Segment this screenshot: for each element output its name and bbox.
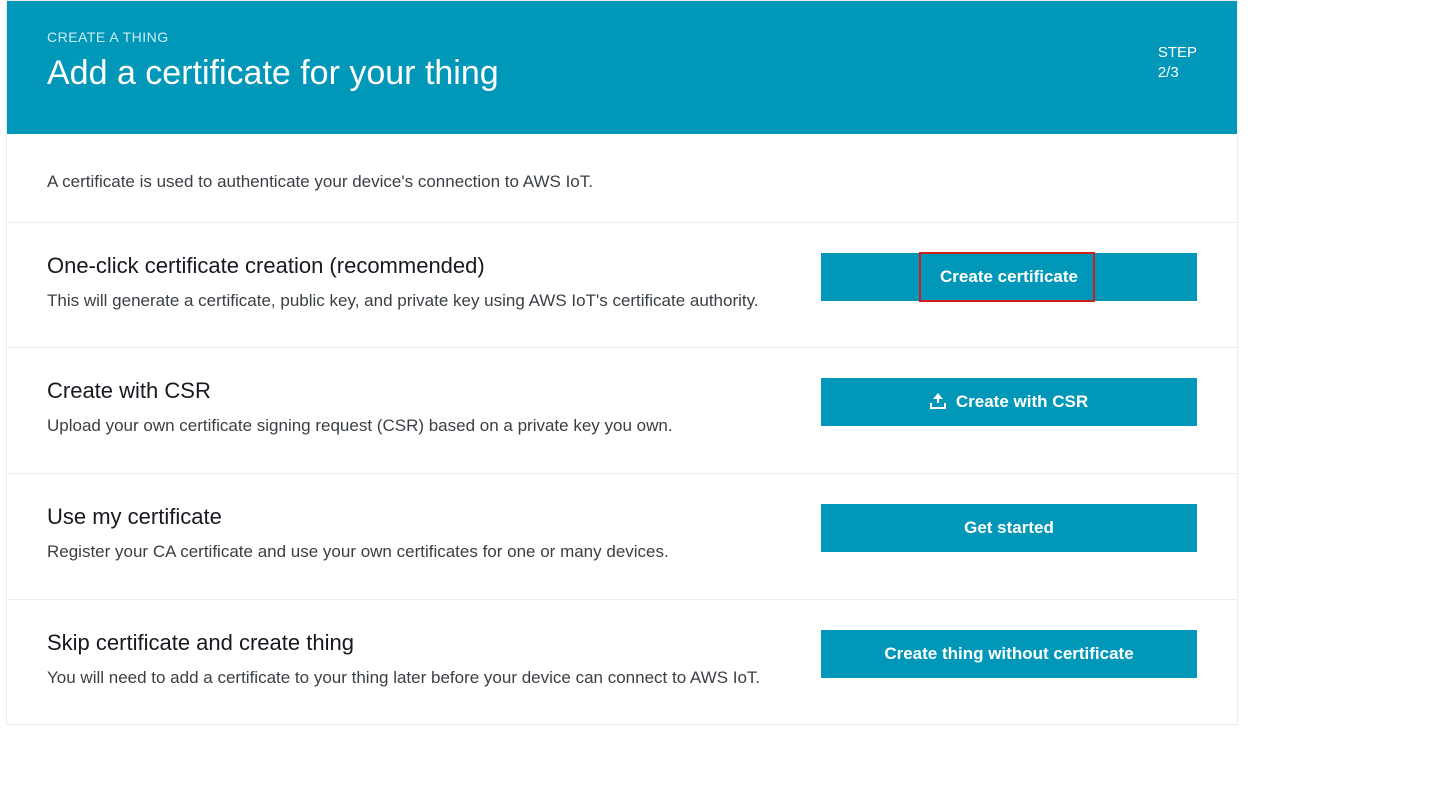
section-desc: Upload your own certificate signing requ… (47, 414, 781, 439)
create-thing-without-certificate-button[interactable]: Create thing without certificate (821, 630, 1197, 678)
button-label: Create certificate (940, 267, 1078, 287)
section-desc: Register your CA certificate and use you… (47, 540, 781, 565)
intro-text: A certificate is used to authenticate yo… (7, 134, 1237, 222)
section-desc: You will need to add a certificate to yo… (47, 666, 781, 691)
step-value: 2/3 (1158, 63, 1197, 83)
section-use-my-cert: Use my certificate Register your CA cert… (7, 473, 1237, 599)
section-one-click: One-click certificate creation (recommen… (7, 222, 1237, 348)
section-skip: Skip certificate and create thing You wi… (7, 599, 1237, 725)
wizard-header: CREATE A THING Add a certificate for you… (7, 1, 1237, 134)
step-indicator: STEP 2/3 (1158, 43, 1197, 82)
section-title: Create with CSR (47, 378, 781, 404)
section-desc: This will generate a certificate, public… (47, 289, 781, 314)
breadcrumb: CREATE A THING (47, 29, 1197, 45)
section-csr: Create with CSR Upload your own certific… (7, 347, 1237, 473)
section-title: Use my certificate (47, 504, 781, 530)
upload-icon (930, 395, 946, 409)
create-with-csr-button[interactable]: Create with CSR (821, 378, 1197, 426)
wizard-panel: CREATE A THING Add a certificate for you… (6, 0, 1238, 725)
button-label: Get started (964, 518, 1054, 538)
create-certificate-button[interactable]: Create certificate (821, 253, 1197, 301)
page-title: Add a certificate for your thing (47, 53, 1197, 94)
step-label: STEP (1158, 43, 1197, 63)
button-label: Create thing without certificate (884, 644, 1133, 664)
get-started-button[interactable]: Get started (821, 504, 1197, 552)
button-label: Create with CSR (956, 392, 1088, 412)
section-title: One-click certificate creation (recommen… (47, 253, 781, 279)
section-title: Skip certificate and create thing (47, 630, 781, 656)
